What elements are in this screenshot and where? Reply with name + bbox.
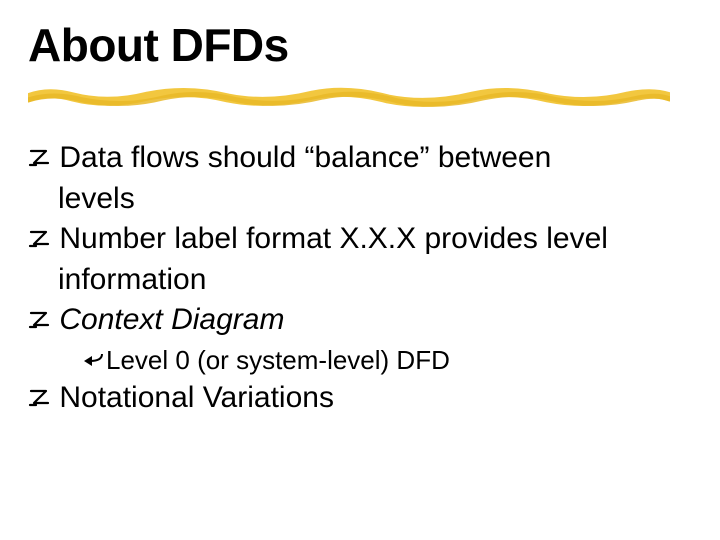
sub-bullet-item: Level 0 (or system-level) DFD <box>28 345 678 378</box>
bullet-item: Number label format X.X.X provides level <box>28 221 678 258</box>
bullet-item: Data flows should “balance” between <box>28 140 678 177</box>
slide: About DFDs Data flows should “balance” b… <box>0 0 720 540</box>
z-bullet-icon <box>28 303 58 336</box>
z-bullet-icon <box>28 222 58 255</box>
bullet-item: Context Diagram <box>28 302 678 339</box>
bullet-item: Notational Variations <box>28 380 678 417</box>
title-underline-decoration <box>28 86 670 110</box>
bullet-text: Notational Variations <box>59 381 334 414</box>
slide-title: About DFDs <box>28 18 289 72</box>
z-bullet-icon <box>28 381 58 414</box>
content-area: Data flows should “balance” between leve… <box>28 140 678 420</box>
bullet-text: Context Diagram <box>59 303 284 336</box>
z-bullet-icon <box>28 141 58 174</box>
bullet-continuation: levels <box>28 181 678 218</box>
bullet-text: Data flows should “balance” between <box>59 141 551 174</box>
back-arrow-icon <box>80 346 104 377</box>
sub-bullet-text: Level 0 (or system-level) DFD <box>106 345 450 375</box>
bullet-continuation: information <box>28 262 678 299</box>
bullet-text: Number label format X.X.X provides level <box>59 222 608 255</box>
